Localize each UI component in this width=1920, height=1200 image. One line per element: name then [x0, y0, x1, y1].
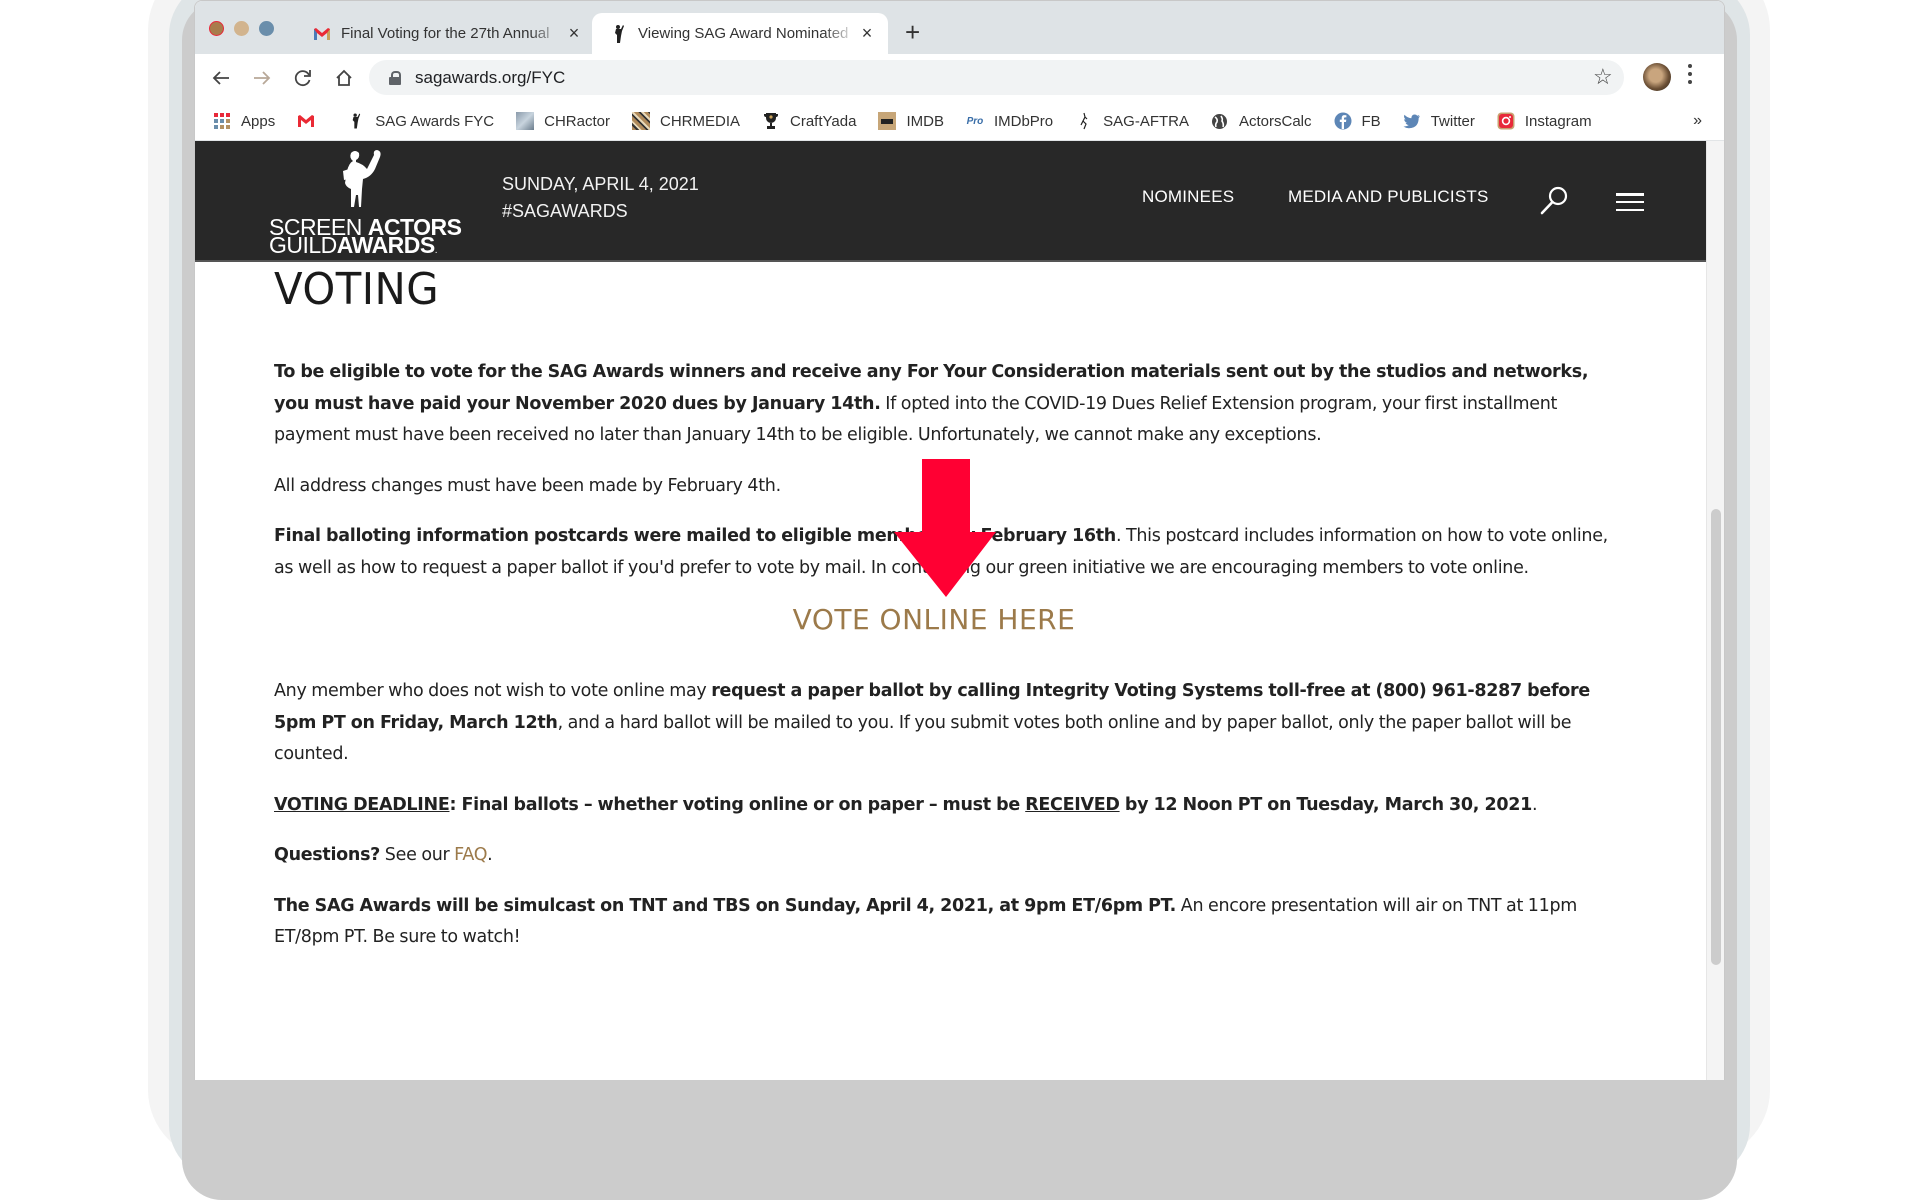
arrow-left-icon [212, 71, 229, 85]
sag-statuette-icon [343, 150, 381, 207]
window-maximize-button[interactable] [259, 21, 274, 36]
url-text[interactable]: sagawards.org/FYC [415, 68, 565, 88]
sag-statuette-icon [610, 24, 628, 43]
back-button[interactable] [206, 63, 236, 93]
trophy-icon [762, 112, 780, 130]
vote-online-link[interactable]: VOTE ONLINE HERE [244, 600, 1624, 640]
sag-awards-logo[interactable]: SCREEN ACTORS GUILDAWARDS. [269, 149, 462, 257]
bookmark-sag-aftra[interactable]: SAG-AFTRA [1075, 112, 1189, 130]
logo-line-2: GUILDAWARDS. [269, 232, 438, 258]
gmail-icon [313, 25, 331, 43]
faq-link[interactable]: FAQ [454, 845, 487, 865]
page-viewport: SCREEN ACTORS GUILDAWARDS. SUNDAY, APRIL… [195, 141, 1706, 1080]
nav-nominees[interactable]: NOMINEES [1142, 187, 1234, 207]
tab-strip: Final Voting for the 27th Annual × Viewi… [195, 1, 1724, 54]
bookmark-chractor[interactable]: CHRactor [516, 112, 610, 130]
bookmark-apps[interactable]: Apps [213, 112, 275, 130]
paper-ballot-paragraph: Any member who does not wish to vote onl… [274, 681, 1590, 764]
chrmedia-icon [632, 112, 650, 130]
event-date: SUNDAY, APRIL 4, 2021 [502, 174, 699, 194]
imdb-icon [878, 112, 897, 130]
hamburger-menu-icon[interactable] [1616, 193, 1644, 211]
reload-icon [294, 70, 311, 87]
voting-deadline-paragraph: VOTING DEADLINE: Final ballots – whether… [274, 794, 1538, 815]
red-arrow-annotation-icon [894, 459, 996, 597]
site-header: SCREEN ACTORS GUILDAWARDS. SUNDAY, APRIL… [195, 141, 1706, 262]
bookmark-imdbpro[interactable]: Pro IMDbPro [966, 112, 1054, 130]
header-event-info: SUNDAY, APRIL 4, 2021 #SAGAWARDS [502, 171, 699, 225]
reload-button[interactable] [288, 63, 318, 93]
profile-avatar[interactable] [1643, 63, 1671, 91]
tab-gmail[interactable]: Final Voting for the 27th Annual × [295, 13, 595, 54]
bookmark-fb[interactable]: FB [1334, 112, 1381, 130]
bookmark-star-icon[interactable]: ☆ [1593, 64, 1613, 90]
event-hashtag: #SAGAWARDS [502, 201, 628, 221]
eligibility-paragraph: To be eligible to vote for the SAG Award… [274, 362, 1589, 445]
tab-close-icon[interactable]: × [856, 23, 878, 44]
imdbpro-icon: Pro [966, 115, 984, 127]
main-content: VOTING To be eligible to vote for the SA… [274, 263, 1624, 954]
chractor-eye-icon [516, 112, 535, 130]
tab-title: Viewing SAG Award Nominated [638, 25, 849, 42]
bookmarks-bar: Apps SAG Awards FYC CHRactor CHRMEDIA Cr… [195, 102, 1724, 141]
sag-statuette-icon [347, 112, 365, 130]
window-minimize-button[interactable] [234, 21, 249, 36]
bookmark-gmail[interactable] [297, 112, 325, 130]
scrollbar-thumb[interactable] [1711, 509, 1721, 965]
broadcast-paragraph: The SAG Awards will be simulcast on TNT … [274, 895, 1578, 948]
twitter-icon [1403, 112, 1421, 130]
bookmark-sag-awards-fyc[interactable]: SAG Awards FYC [347, 112, 494, 130]
instagram-icon [1497, 112, 1515, 130]
page-scrollbar[interactable] [1706, 141, 1724, 1080]
lock-icon [389, 70, 401, 85]
bookmarks-overflow-button[interactable]: » [1693, 112, 1702, 130]
bookmark-actorscalc[interactable]: ActorsCalc [1211, 112, 1312, 130]
browser-toolbar: sagawards.org/FYC ☆ [195, 54, 1724, 102]
gmail-icon [297, 112, 315, 130]
bookmark-craftyada[interactable]: CraftYada [762, 112, 856, 130]
home-button[interactable] [329, 63, 359, 93]
apps-grid-icon [213, 112, 231, 130]
address-bar[interactable]: sagawards.org/FYC [369, 60, 1624, 95]
page-title: VOTING [274, 264, 440, 315]
bookmark-twitter[interactable]: Twitter [1403, 112, 1475, 130]
tab-title: Final Voting for the 27th Annual [341, 25, 550, 42]
bookmark-chrmedia[interactable]: CHRMEDIA [632, 112, 740, 130]
tab-sag-awards[interactable]: Viewing SAG Award Nominated × [592, 13, 888, 54]
globe-icon [1211, 112, 1229, 130]
browser-menu-icon[interactable] [1687, 64, 1693, 84]
home-icon [336, 69, 352, 86]
bookmark-imdb[interactable]: IMDB [878, 112, 944, 130]
window-close-button[interactable] [209, 21, 224, 36]
forward-button[interactable] [247, 63, 277, 93]
bookmark-instagram[interactable]: Instagram [1497, 112, 1592, 130]
search-icon[interactable] [1539, 185, 1569, 215]
new-tab-button[interactable]: + [905, 19, 920, 45]
arrow-right-icon [254, 71, 271, 85]
nav-media-and-publicists[interactable]: MEDIA AND PUBLICISTS [1288, 187, 1489, 207]
sag-aftra-icon [1075, 112, 1093, 130]
questions-paragraph: Questions? See our FAQ. [274, 845, 493, 865]
tab-close-icon[interactable]: × [563, 23, 585, 44]
facebook-icon [1334, 112, 1352, 130]
